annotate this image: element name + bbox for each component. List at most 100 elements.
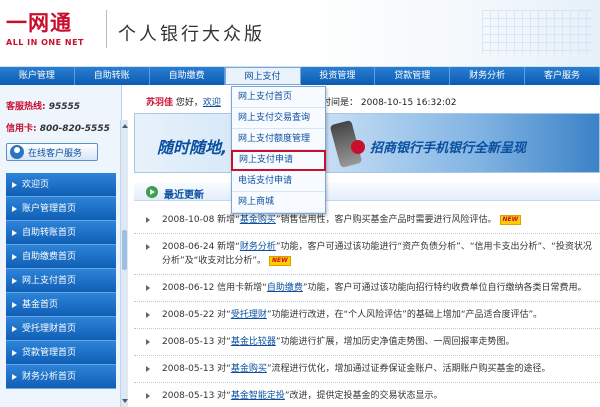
dropdown-item-payment-application[interactable]: 网上支付申请 [231, 150, 326, 171]
bullet-icon [146, 285, 150, 291]
card-label: 信用卡: [6, 124, 37, 134]
nav-financial-analysis[interactable]: 财务分析 [450, 67, 526, 85]
scroll-up-icon[interactable] [122, 124, 128, 128]
logo-sub: ALL IN ONE NET [6, 38, 84, 47]
list-item: 2008-06-24 新增“财务分析”功能，客户可通过该功能进行“资产负债分析”… [134, 234, 600, 275]
list-item: 2008-10-08 新增“基金购买”销售信用性，客户购买基金产品时需要进行风险… [134, 207, 600, 234]
side-item-online-pay[interactable]: 网上支付首页 [6, 269, 116, 293]
side-item-label: 网上支付首页 [22, 276, 77, 286]
scroll-down-icon[interactable] [122, 399, 128, 403]
banner-text-left: 随时随地, [157, 138, 228, 157]
greeting-link[interactable]: 欢迎 [203, 98, 221, 108]
top-nav: 账户管理 自助转账 自助缴费 网上支付 投资管理 贷款管理 财务分析 客户服务 [0, 67, 600, 85]
arrow-right-icon [12, 278, 17, 284]
list-item: 2008-05-13 对“基金比较器”功能进行扩展，增加历史净值走势图、一周回报… [134, 329, 600, 356]
side-item-loan[interactable]: 贷款管理首页 [6, 341, 116, 365]
arrow-right-icon [12, 374, 17, 380]
login-time-value: 2008-10-15 16:32:02 [360, 98, 457, 108]
side-item-account[interactable]: 账户管理首页 [6, 197, 116, 221]
nav-customer-service[interactable]: 客户服务 [525, 67, 600, 85]
new-badge-icon: NEW [269, 255, 291, 266]
news-link[interactable]: 自助缴费 [267, 283, 303, 293]
news-text-pre: 2008-06-24 新增“ [162, 242, 240, 252]
side-item-label: 基金首页 [22, 300, 59, 310]
credit-card-hotline: 信用卡: 800-820-5555 [6, 121, 110, 134]
dropdown-item-limit-management[interactable]: 网上支付额度管理 [232, 129, 325, 150]
side-item-fund[interactable]: 基金首页 [6, 293, 116, 317]
greeting: 苏羽佳 您好，欢迎 [146, 95, 221, 108]
side-item-label: 贷款管理首页 [22, 348, 77, 358]
play-circle-icon [146, 186, 158, 198]
side-item-analysis[interactable]: 财务分析首页 [6, 365, 116, 389]
header: 一网通 ALL IN ONE NET 个人银行大众版 [0, 0, 600, 67]
banner-text-right: 招商银行手机银行全新呈现 [370, 141, 527, 156]
login-time-label: 时间是： [322, 98, 359, 108]
bullet-icon [146, 312, 150, 318]
arrow-right-icon [12, 182, 17, 188]
arrow-right-icon [12, 206, 17, 212]
dropdown-item-transaction-query[interactable]: 网上支付交易查询 [232, 108, 325, 129]
list-item: 2008-05-13 对“基金购买”流程进行优化，增加通过证券保证金账户、活期账… [134, 356, 600, 383]
greeting-suffix: 您好， [175, 98, 203, 108]
bullet-icon [146, 339, 150, 345]
card-value: 800-820-5555 [39, 124, 110, 134]
main-content: 苏羽佳 您好，欢迎 时间是： 2008-10-15 16:32:02 随时随地,… [130, 85, 600, 407]
news-text-post: ”改进，提供定投基金的交易状态显示。 [284, 391, 443, 401]
nav-account-management[interactable]: 账户管理 [0, 67, 75, 85]
mobile-banking-banner[interactable]: 随时随地, 招商银行手机银行全新呈现 [134, 113, 600, 173]
dropdown-item-online-mall[interactable]: 网上商城 [232, 192, 325, 213]
bullet-icon [146, 244, 150, 250]
hotline: 客服热线: 95555 [6, 99, 80, 112]
nav-self-transfer[interactable]: 自助转账 [75, 67, 150, 85]
hotline-label: 客服热线: [6, 102, 46, 112]
news-text-pre: 2008-06-12 信用卡新增“ [162, 283, 267, 293]
news-link[interactable]: 财务分析 [240, 242, 276, 252]
news-link[interactable]: 基金购买 [231, 364, 267, 374]
logo-main: 一网通 [6, 10, 72, 35]
side-item-transfer[interactable]: 自助转账首页 [6, 221, 116, 245]
bullet-icon [146, 217, 150, 223]
side-item-welcome[interactable]: 欢迎页 [6, 173, 116, 197]
arrow-right-icon [12, 350, 17, 356]
recent-updates-header: 最近更新 [134, 183, 600, 201]
list-item: 2008-06-12 信用卡新增“自助缴费”功能，客户可通过该功能向招行特约收费… [134, 275, 600, 302]
bullet-icon [146, 393, 150, 399]
side-item-trust[interactable]: 受托理财首页 [6, 317, 116, 341]
news-text-pre: 2008-05-13 对“ [162, 391, 231, 401]
new-badge-icon: NEW [499, 214, 522, 225]
news-text-post: ”销售信用性，客户购买基金产品时需要进行风险评估。 [275, 215, 497, 225]
customer-service-icon [10, 145, 24, 159]
site-title: 个人银行大众版 [118, 24, 265, 45]
news-text-post: ”功能进行改进，在“个人风险评估”的基础上增加“产品适合度评估”。 [266, 310, 543, 320]
bank-logo-icon [351, 140, 365, 154]
hotline-value: 95555 [48, 102, 81, 112]
side-item-label: 自助转账首页 [22, 228, 77, 238]
list-item: 2008-05-22 对“受托理财”功能进行改进，在“个人风险评估”的基础上增加… [134, 302, 600, 329]
side-item-payment[interactable]: 自助缴费首页 [6, 245, 116, 269]
news-text-pre: 2008-05-13 对“ [162, 364, 231, 374]
side-item-label: 自助缴费首页 [22, 252, 77, 262]
news-link[interactable]: 受托理财 [231, 310, 267, 320]
scroll-thumb[interactable] [122, 230, 127, 270]
news-link[interactable]: 基金智能定投 [231, 391, 285, 401]
logo[interactable]: 一网通 ALL IN ONE NET [6, 8, 102, 56]
arrow-right-icon [12, 254, 17, 260]
news-link[interactable]: 基金购买 [240, 215, 276, 225]
side-item-label: 欢迎页 [22, 180, 50, 190]
dropdown-item-online-pay-home[interactable]: 网上支付首页 [232, 87, 325, 108]
nav-self-payment[interactable]: 自助缴费 [150, 67, 225, 85]
side-item-label: 财务分析首页 [22, 372, 77, 382]
nav-loan[interactable]: 贷款管理 [375, 67, 451, 85]
login-time: 时间是： 2008-10-15 16:32:02 [322, 95, 456, 108]
news-text-post: ”功能进行扩展，增加历史净值走势图、一周回报率走势图。 [275, 337, 515, 347]
online-service-button[interactable]: 在线客户服务 [6, 143, 98, 161]
arrow-right-icon [12, 230, 17, 236]
sidebar-scrollbar[interactable] [120, 120, 128, 407]
dropdown-item-phone-payment[interactable]: 电话支付申请 [232, 171, 325, 192]
header-decoration [300, 0, 600, 66]
nav-investment[interactable]: 投资管理 [301, 67, 376, 85]
header-divider [106, 10, 107, 48]
nav-online-payment[interactable]: 网上支付 [224, 67, 301, 85]
side-menu: 欢迎页 账户管理首页 自助转账首页 自助缴费首页 网上支付首页 基金首页 受托理… [6, 173, 116, 389]
news-link[interactable]: 基金比较器 [231, 337, 276, 347]
